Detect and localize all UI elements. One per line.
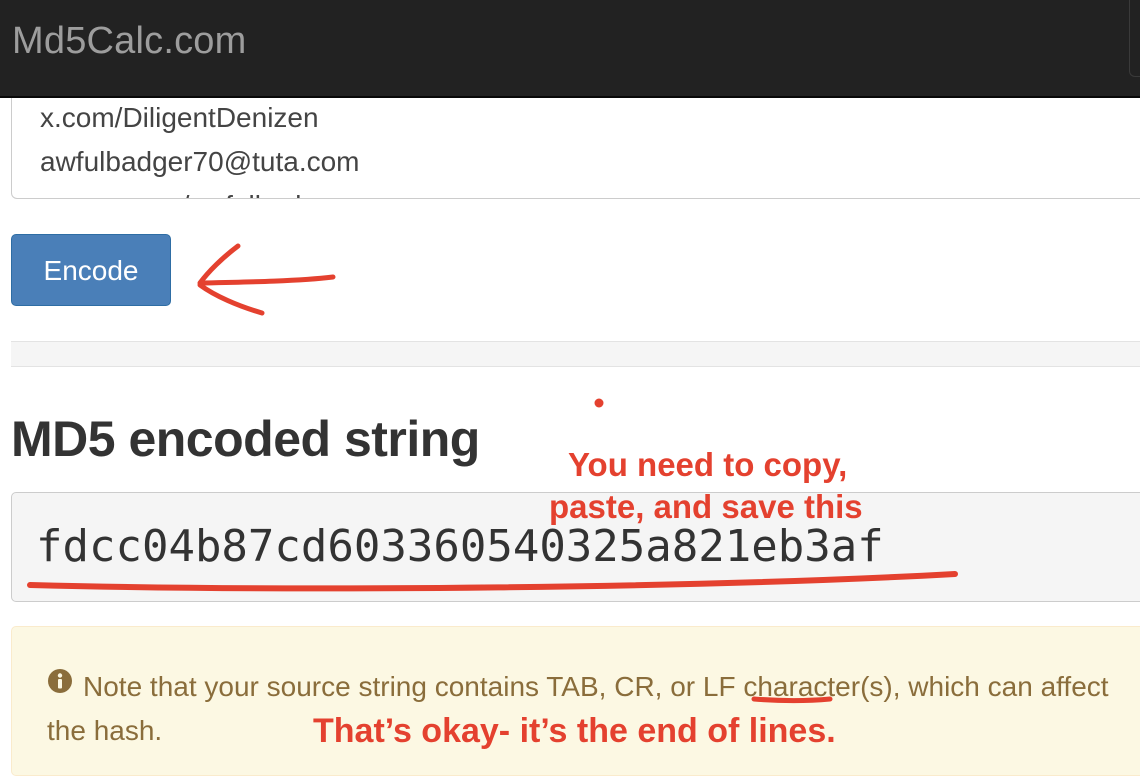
source-line: awfulbadger70@tuta.com [40, 146, 360, 177]
copy-annotation-line1: You need to copy, [568, 446, 848, 483]
section-divider [11, 341, 1140, 367]
md5-hash-value[interactable]: fdcc04b87cd603360540325a821eb3af [36, 521, 884, 572]
end-of-lines-annotation: That’s okay- it’s the end of lines. [313, 712, 836, 750]
source-line: x.com/DiligentDenizen [40, 102, 319, 133]
navbar-toggle-edge[interactable] [1129, 0, 1140, 77]
arrowhead-lower [197, 282, 265, 316]
source-line: www.x.com/awfulbadger [40, 190, 342, 198]
warning-note: Note that your source string contains TA… [11, 626, 1140, 776]
encode-button[interactable]: Encode [11, 234, 171, 306]
md5-result-heading: MD5 encoded string [11, 411, 480, 467]
red-dot [594, 398, 604, 408]
arrowhead-upper [197, 243, 241, 286]
arrow-left-icon [199, 274, 336, 286]
source-string-textarea[interactable]: x.com/DiligentDenizen awfulbadger70@tuta… [11, 98, 1140, 199]
copy-annotation-line2: paste, and save this [549, 488, 863, 525]
top-navbar: Md5Calc.com [0, 0, 1140, 98]
site-brand[interactable]: Md5Calc.com [12, 20, 247, 63]
